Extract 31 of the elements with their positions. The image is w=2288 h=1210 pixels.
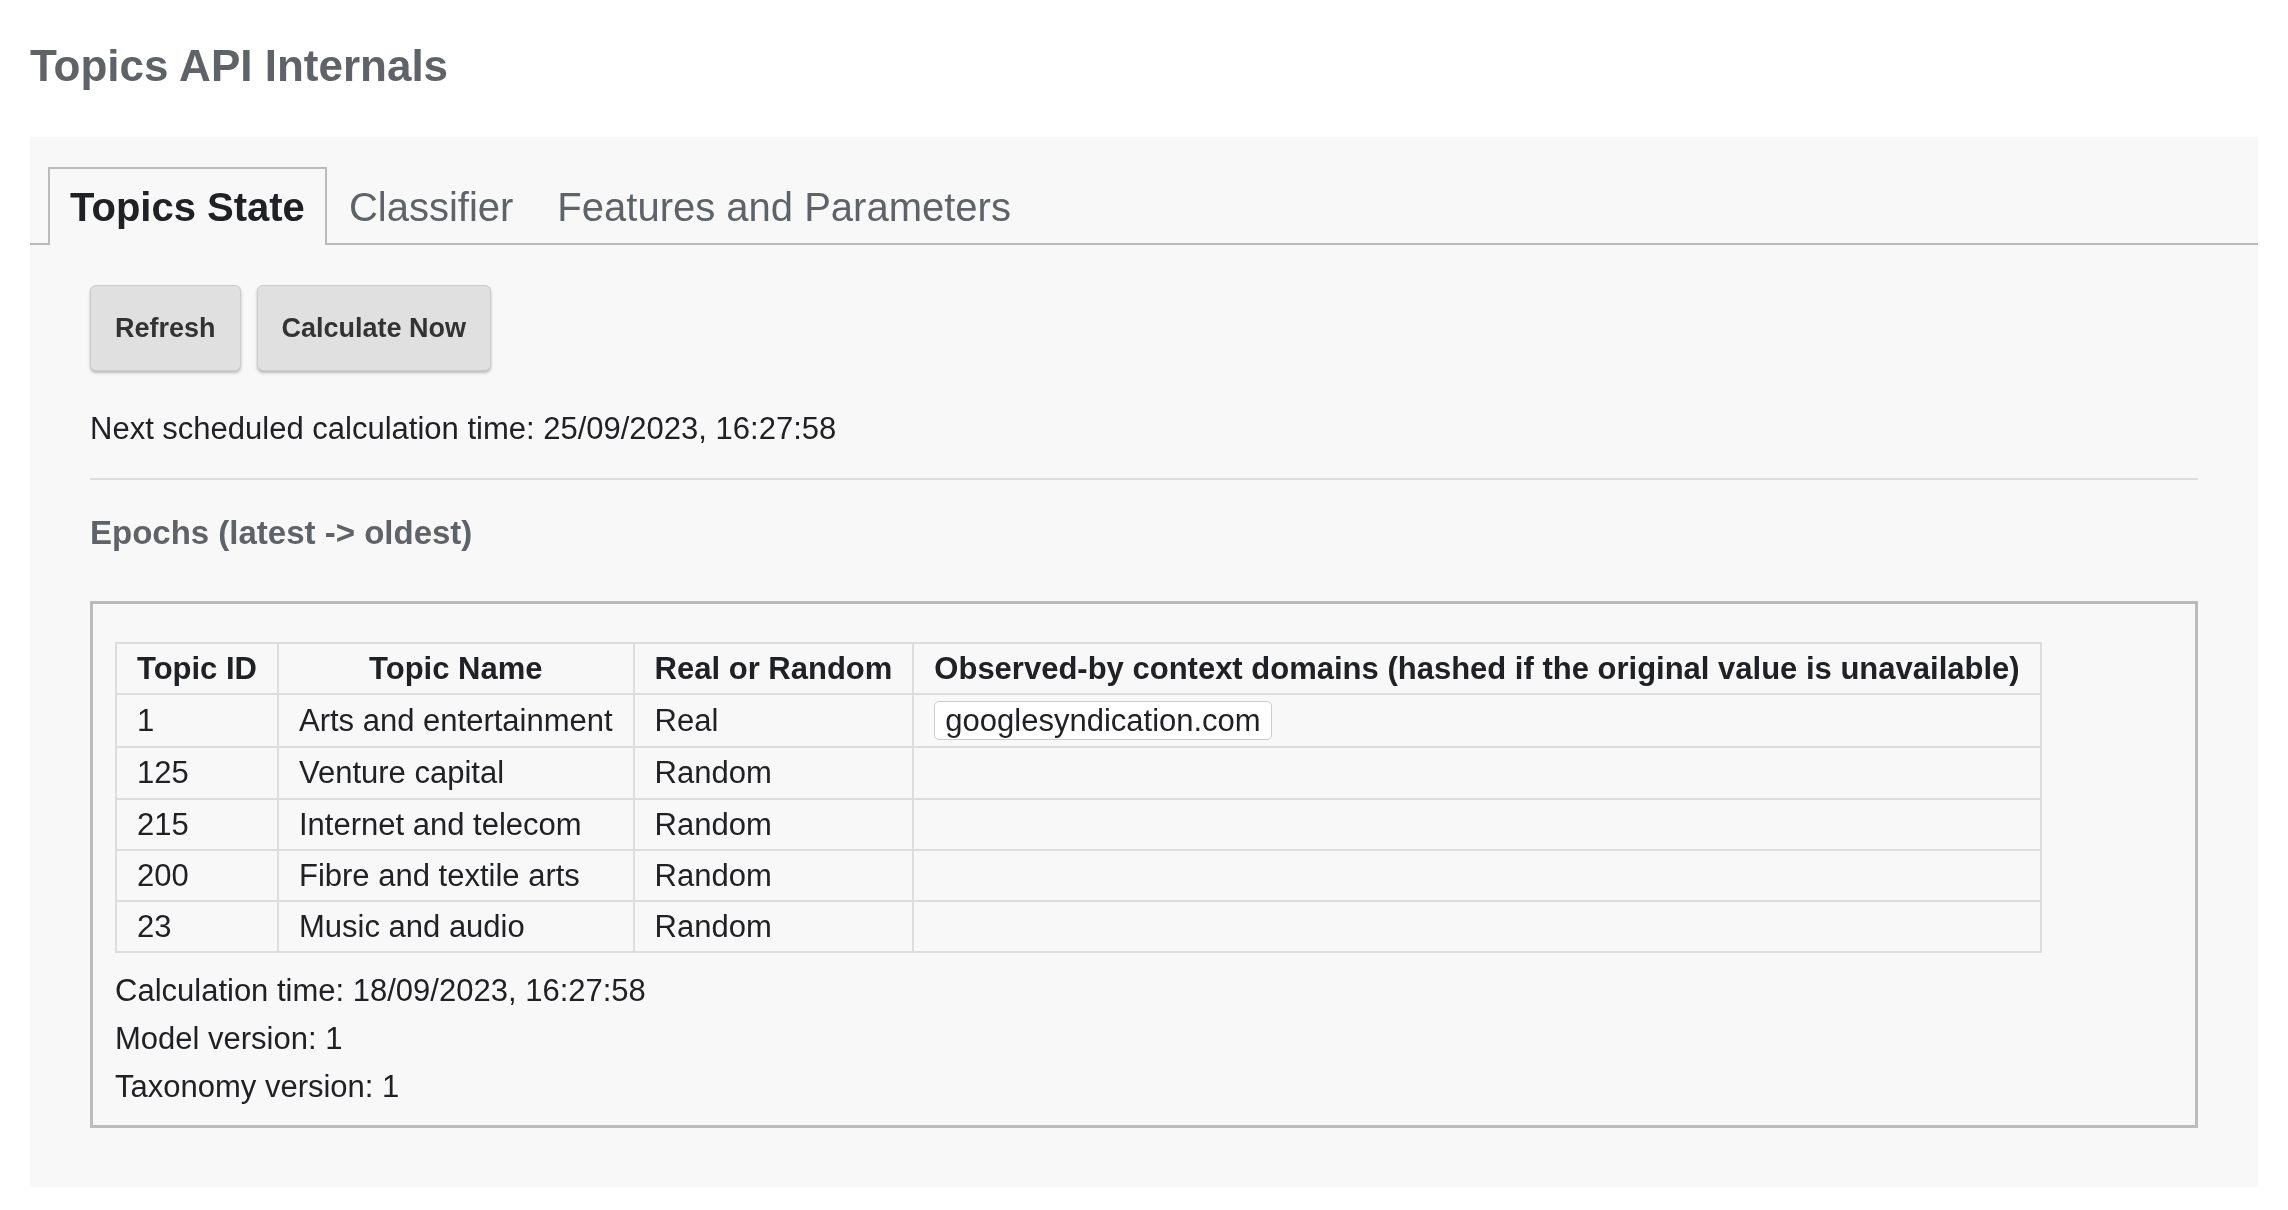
epoch-detail: Taxonomy version: 1 — [115, 1068, 401, 1107]
table-cell: Random — [633, 798, 914, 850]
column-header: Topic ID — [116, 643, 278, 695]
table-cell: Internet and telecom — [278, 798, 634, 850]
table-cell: Real — [633, 694, 914, 748]
table-cell: Fibre and textile arts — [278, 849, 634, 902]
action-button[interactable]: Calculate Now — [256, 284, 492, 372]
tab[interactable]: Classifier — [326, 166, 536, 245]
next-calculation-text: Next scheduled calculation time: 25/09/2023, 16:27:58 — [90, 410, 838, 449]
table-cell: 215 — [116, 798, 278, 850]
domain-chip: googlesyndication.com — [934, 701, 1272, 741]
column-header: Observed-by context domains (hashed if the original value is unavailable) — [913, 643, 2041, 695]
epochs-heading: Epochs (latest -> oldest) — [90, 512, 474, 553]
table-cell: Random — [633, 901, 914, 953]
tab[interactable]: Topics State — [48, 166, 327, 245]
epoch-detail: Calculation time: 18/09/2023, 16:27:58 — [115, 972, 647, 1011]
page-title: Topics API Internals — [29, 40, 450, 92]
table-cell: 125 — [116, 747, 278, 799]
table-cell: 1 — [116, 694, 278, 748]
table-cell: Arts and entertainment — [278, 694, 634, 748]
table-cell: Random — [633, 849, 914, 902]
epoch-detail: Model version: 1 — [115, 1020, 344, 1059]
table-cell: Music and audio — [278, 901, 634, 953]
column-header: Topic Name — [278, 643, 634, 695]
column-header: Real or Random — [633, 643, 914, 695]
table-cell: 23 — [116, 901, 278, 953]
table-cell: Random — [633, 747, 914, 799]
action-button[interactable]: Refresh — [90, 284, 241, 372]
tab[interactable]: Features and Parameters — [535, 166, 1033, 245]
table-cell: 200 — [116, 849, 278, 902]
table-cell: Venture capital — [278, 747, 634, 799]
